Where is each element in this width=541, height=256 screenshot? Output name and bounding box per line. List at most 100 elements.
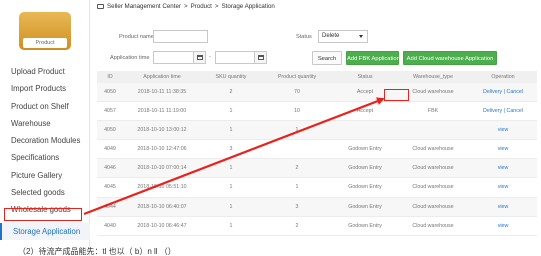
sidebar-item-warehouse[interactable]: Warehouse: [0, 115, 90, 132]
view-link[interactable]: view: [498, 127, 509, 133]
cell-application-time: 2018-10-10 13:00:12: [137, 127, 187, 134]
main-content: Seller Management Center > Product > Sto…: [91, 0, 541, 256]
breadcrumb-product[interactable]: Product: [191, 3, 212, 10]
cell-status: Godown Entry: [348, 203, 382, 210]
cell-application-time: 2018-10-10 06:46:47: [137, 222, 187, 229]
breadcrumb-separator: >: [183, 3, 188, 10]
status-select[interactable]: Delete: [318, 30, 368, 43]
cell-product-quantity: 2: [295, 165, 299, 172]
cell-operation: view: [469, 159, 537, 177]
sidebar-item-storage-application[interactable]: Storage Application: [0, 222, 90, 240]
cell-sku-quantity: 1: [229, 108, 233, 115]
chevron-down-icon: [359, 35, 363, 38]
cell-id: 4050: [104, 127, 116, 134]
cancel-link[interactable]: Cancel: [507, 89, 524, 95]
breadcrumb-current: Storage Application: [221, 3, 275, 10]
sidebar-item-picture-gallery[interactable]: Picture Gallery: [0, 167, 90, 184]
cell-warehouse-type: Cloud warehouse: [412, 203, 454, 210]
column-header-status: Status: [357, 74, 373, 80]
cell-product-quantity: 70: [294, 89, 300, 95]
cell-operation: Delivery | Cancel: [469, 83, 537, 101]
delivery-link[interactable]: Delivery: [483, 108, 502, 114]
cell-application-time: 2018-10-10 05:51:10: [137, 184, 187, 191]
column-header-operation: Operation: [491, 74, 515, 80]
cell-status: Godown Entry: [348, 146, 382, 153]
date-range-separator: -: [209, 54, 211, 60]
cell-product-quantity: 10: [294, 108, 300, 115]
cell-sku-quantity: 1: [229, 222, 233, 229]
delivery-link[interactable]: Delivery: [483, 89, 502, 95]
table-row: 4040 2018-10-10 06:46:47 1 2 Godown Entr…: [97, 217, 537, 236]
cell-operation: view: [469, 217, 537, 235]
status-select-value: Delete: [322, 33, 340, 39]
cell-status: Godown Entry: [348, 222, 382, 229]
delivery-highlight-box: [384, 89, 409, 101]
start-date-input[interactable]: [153, 51, 194, 64]
calendar-icon: [196, 55, 203, 60]
end-date-input[interactable]: [215, 51, 255, 64]
add-cloud-warehouse-application-button[interactable]: Add Cloud warehouse Application: [403, 51, 497, 65]
cell-sku-quantity: 2: [229, 89, 233, 95]
cell-sku-quantity: 1: [229, 184, 233, 191]
cell-application-time: 2018-10-10 07:00:14: [137, 165, 187, 172]
sidebar-item-product-on-shelf[interactable]: Product on Shelf: [0, 98, 90, 115]
cell-product-quantity: 3: [295, 203, 299, 210]
applications-table: ID Application time SKU quantity Product…: [97, 71, 537, 236]
filter-form: Product name Status Delete Application t…: [91, 30, 541, 70]
cell-warehouse-type: Cloud warehouse: [412, 146, 454, 153]
sidebar-item-decoration-modules[interactable]: Decoration Modules: [0, 132, 90, 149]
sidebar-item-selected-goods[interactable]: Selected goods: [0, 184, 90, 201]
column-header-application-time: Application time: [143, 74, 181, 80]
table-row: 4050 2018-10-11 11:38:35 2 70 Accept Clo…: [97, 83, 537, 103]
table-body: 4050 2018-10-11 11:38:35 2 70 Accept Clo…: [97, 83, 537, 236]
sidebar-item-upload-product[interactable]: Upload Product: [0, 63, 90, 80]
application-time-label: Application time: [110, 55, 150, 61]
view-link[interactable]: view: [498, 223, 509, 229]
cell-id: 4044: [104, 203, 116, 210]
product-name-input[interactable]: [153, 30, 208, 43]
operation-separator: |: [503, 108, 506, 115]
cell-id: 4049: [104, 146, 116, 153]
table-row: 4046 2018-10-10 07:00:14 1 2 Godown Entr…: [97, 159, 537, 179]
monitor-icon: [97, 4, 104, 9]
status-label: Status: [296, 34, 312, 40]
column-header-product-quantity: Product quantity: [277, 74, 317, 80]
breadcrumb-separator: >: [214, 3, 219, 10]
cell-application-time: 2018-10-11 11:19:00: [137, 108, 187, 115]
add-fbk-application-button[interactable]: Add FBK Application: [346, 51, 400, 65]
cell-status: Accept: [356, 108, 374, 115]
cell-id: 4057: [104, 108, 116, 115]
cell-status: [333, 121, 397, 139]
cell-id: 4046: [104, 165, 116, 172]
cell-warehouse-type: FBK: [427, 108, 439, 115]
cell-product-quantity: 1: [295, 184, 299, 191]
table-row: 4049 2018-10-10 12:47:06 3 Godown Entry …: [97, 140, 537, 160]
breadcrumb: Seller Management Center > Product > Sto…: [97, 3, 275, 10]
cell-operation: view: [469, 198, 537, 216]
sidebar-item-import-products[interactable]: Import Products: [0, 80, 90, 97]
cell-application-time: 2018-10-10 06:40:07: [137, 203, 187, 210]
table-row: 4044 2018-10-10 06:40:07 1 3 Godown Entr…: [97, 197, 537, 217]
cell-warehouse-type: [397, 121, 469, 139]
storage-application-highlight-box: [4, 208, 82, 221]
cell-sku-quantity: 1: [229, 127, 233, 134]
start-date-calendar-button[interactable]: [194, 51, 206, 64]
cell-operation: view: [469, 121, 537, 139]
cell-sku-quantity: 1: [229, 203, 233, 210]
product-logo: Product: [19, 12, 71, 50]
breadcrumb-root[interactable]: Seller Management Center: [107, 3, 181, 10]
view-link[interactable]: view: [498, 165, 509, 171]
end-date-calendar-button[interactable]: [255, 51, 267, 64]
sidebar-item-specifications[interactable]: Specifications: [0, 149, 90, 166]
calendar-icon: [257, 55, 264, 60]
cell-status: Godown Entry: [348, 165, 382, 172]
cell-sku-quantity: 1: [229, 165, 233, 172]
logo-label: Product: [23, 38, 67, 48]
view-link[interactable]: view: [498, 204, 509, 210]
search-button[interactable]: Search: [312, 51, 342, 65]
view-link[interactable]: view: [498, 184, 509, 190]
cell-operation: view: [469, 178, 537, 196]
view-link[interactable]: view: [498, 146, 509, 152]
cell-operation: view: [469, 140, 537, 158]
cancel-link[interactable]: Cancel: [507, 108, 524, 114]
